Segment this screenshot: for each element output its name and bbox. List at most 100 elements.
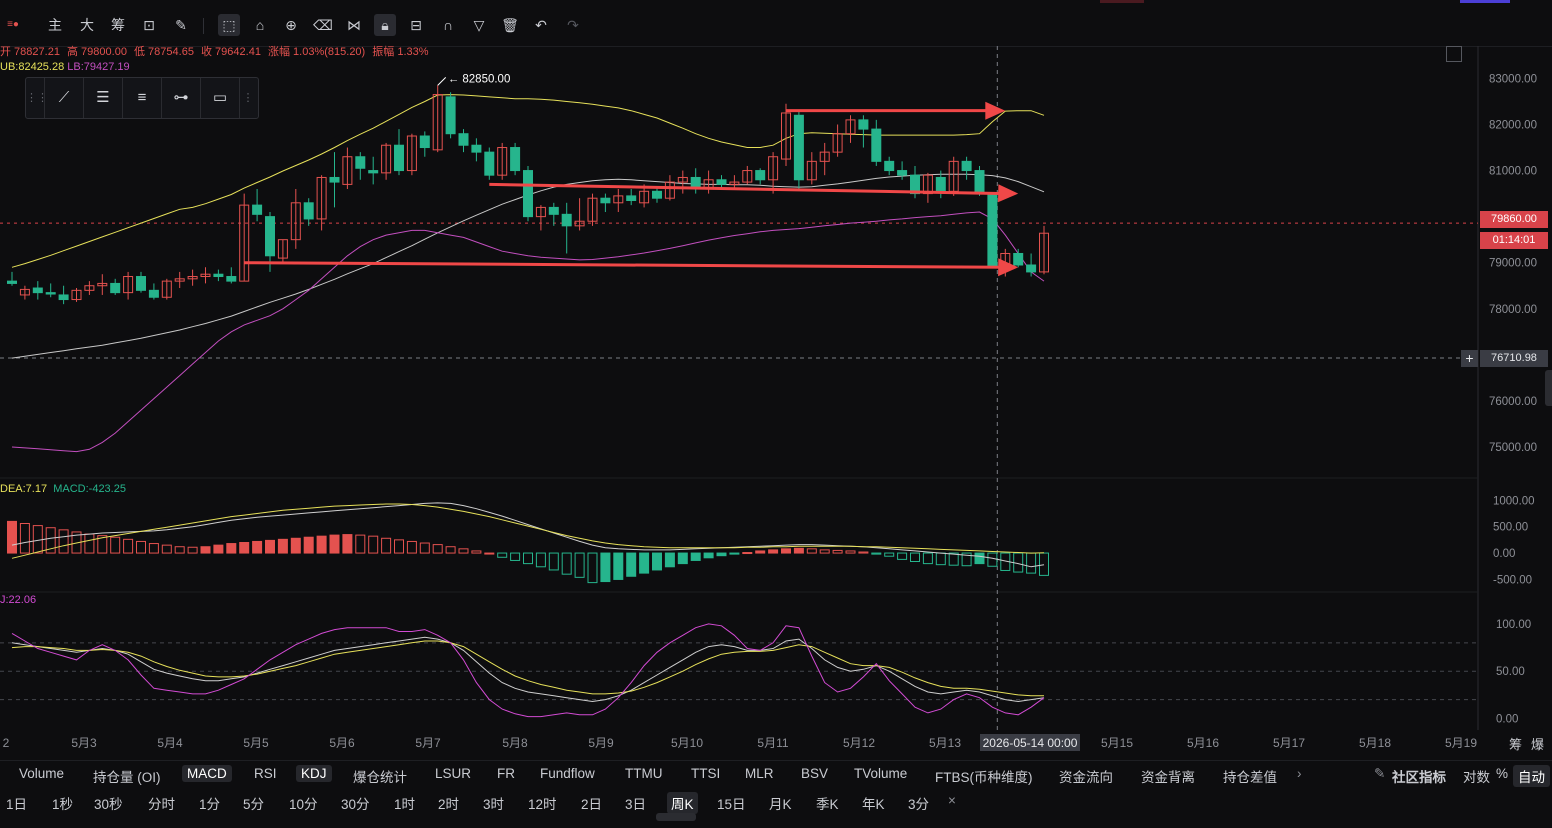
macd-histogram-bar — [716, 552, 727, 557]
candle-body — [445, 96, 456, 135]
macd-histogram-bar — [922, 552, 933, 565]
boll-lower-band — [11, 211, 1045, 453]
timeframe-tab[interactable]: 12时 — [524, 792, 561, 814]
candle-body — [884, 160, 895, 172]
indicator-tab[interactable]: 持仓量 (OI) — [88, 765, 166, 787]
liquidation-toggle: 爆 — [1531, 737, 1544, 752]
candle-body — [32, 287, 43, 294]
add-alert-icon[interactable]: + — [1461, 350, 1478, 367]
timeframe-tab[interactable]: 1分 — [195, 792, 224, 814]
indicator-tab[interactable]: TTSI — [686, 765, 725, 782]
indicator-tab[interactable]: TTMU — [620, 765, 668, 782]
timeframe-tab[interactable]: 周K — [667, 792, 698, 814]
timeframe-tab[interactable]: 15日 — [713, 792, 750, 814]
indicator-tab[interactable]: 资金流向 — [1054, 765, 1118, 787]
macd-histogram-bar — [265, 539, 275, 554]
horizontal-lines-icon[interactable]: ≡ — [123, 78, 162, 118]
timeframe-tab[interactable]: 月K — [765, 792, 796, 814]
candle-body — [148, 289, 159, 298]
timeframe-tab[interactable]: 2日 — [577, 792, 606, 814]
macd-histogram-bar — [561, 552, 572, 575]
timeframe-bar: 1日 1秒 30秒 分时 1分 5分 10分 30分 1时 2时 3时 12时 2日 3日 周K 15日 月K 季… — [0, 788, 1552, 814]
parallel-channel-icon[interactable]: ☰ — [84, 78, 123, 118]
panel-resize-handle[interactable] — [656, 813, 696, 821]
indicator-tab[interactable]: FR — [492, 765, 520, 782]
macd-histogram-bar — [897, 552, 908, 560]
macd-tick-label: 500.00 — [1493, 522, 1528, 534]
indicator-tab[interactable]: 持仓差值 — [1218, 765, 1282, 787]
kdj-d-line — [11, 640, 1044, 697]
macd-histogram-bar — [548, 552, 559, 571]
auto-scale-toggle[interactable]: 自动 — [1513, 765, 1550, 787]
kdj-tick-label: 50.00 — [1496, 666, 1525, 678]
macd-dea-line — [11, 503, 1045, 559]
indicator-tab[interactable]: MACD — [182, 765, 232, 782]
candle-body — [58, 294, 69, 301]
trendline-icon[interactable]: ⟋ — [45, 78, 84, 118]
indicator-tab[interactable]: Fundflow — [535, 765, 600, 782]
candle-body — [858, 119, 869, 130]
macd-histogram-bar — [935, 552, 946, 566]
rectangle-icon[interactable]: ▭ — [201, 78, 240, 118]
close-timeframe-icon[interactable]: × — [944, 792, 960, 809]
percent-scale-toggle[interactable]: % — [1491, 765, 1513, 782]
indicator-tab[interactable]: FTBS(币种维度) — [930, 765, 1038, 787]
timeframe-tab[interactable]: 2时 — [434, 792, 463, 814]
macd-histogram-bar — [123, 538, 134, 554]
indicator-tab[interactable]: BSV — [796, 765, 833, 782]
indicator-tab[interactable]: MLR — [740, 765, 779, 782]
collapse-handle-icon[interactable]: ⋮ — [240, 78, 256, 118]
time-tick-label: 5月3 — [71, 736, 97, 750]
timeframe-tab[interactable]: 30分 — [337, 792, 374, 814]
candle-body — [45, 292, 56, 295]
macd-histogram-bar — [587, 552, 598, 584]
macd-histogram-bar — [768, 549, 779, 554]
timeframe-tab[interactable]: 1秒 — [48, 792, 77, 814]
timeframe-tab[interactable]: 1日 — [2, 792, 31, 814]
timeframe-tab[interactable]: 3分 — [904, 792, 933, 814]
macd-histogram-bar — [781, 548, 791, 554]
trend-arrow-head — [985, 101, 1006, 120]
macd-histogram-bar — [664, 552, 675, 568]
timeframe-tab[interactable]: 1时 — [390, 792, 419, 814]
candle-body — [368, 170, 379, 174]
indicator-tab[interactable]: Volume — [14, 765, 69, 782]
price-tick-label: 78000.00 — [1489, 304, 1537, 316]
timeframe-tab[interactable]: 5分 — [239, 792, 268, 814]
indicator-tab[interactable]: RSI — [249, 765, 282, 782]
macd-histogram-bar — [690, 552, 701, 561]
timeframe-tab[interactable]: 30秒 — [90, 792, 127, 814]
time-tick-label: 5月12 — [843, 736, 875, 750]
candle-body — [974, 170, 985, 195]
time-tick-label: 5月4 — [157, 736, 183, 750]
indicator-tab[interactable]: 资金背离 — [1136, 765, 1200, 787]
timeframe-tab[interactable]: 年K — [858, 792, 889, 814]
candle-body — [897, 170, 908, 176]
horizontal-ray-icon[interactable]: ⊶ — [162, 78, 201, 118]
candle-body — [213, 273, 224, 278]
timeframe-tab[interactable]: 季K — [812, 792, 843, 814]
macd-histogram-bar — [523, 552, 533, 565]
indicator-tab[interactable]: KDJ — [296, 765, 332, 782]
macd-histogram-bar — [987, 552, 998, 567]
more-indicators-icon[interactable]: › — [1292, 765, 1307, 782]
macd-histogram-bar — [677, 552, 688, 565]
indicator-tab[interactable]: LSUR — [430, 765, 476, 782]
timeframe-tab[interactable]: 分时 — [144, 792, 179, 814]
indicator-tab[interactable]: TVolume — [849, 765, 912, 782]
timeframe-tab[interactable]: 10分 — [285, 792, 322, 814]
macd-histogram-bar — [445, 546, 456, 554]
community-indicators-button[interactable]: 社区指标 — [1387, 765, 1451, 787]
indicator-tab[interactable]: 爆仓统计 — [348, 765, 412, 787]
log-scale-toggle[interactable]: 对数 — [1458, 765, 1495, 787]
macd-tick-label: 1000.00 — [1493, 495, 1535, 507]
candle-body — [110, 282, 121, 294]
drag-handle-icon[interactable]: ⋮⋮ — [26, 78, 48, 118]
time-tick-label: 5月11 — [757, 736, 788, 750]
timeframe-tab[interactable]: 3日 — [621, 792, 650, 814]
side-panel-handle[interactable] — [1545, 370, 1552, 406]
timeframe-tab[interactable]: 3时 — [479, 792, 508, 814]
candle-body — [419, 135, 430, 149]
macd-histogram-bar — [161, 544, 172, 554]
time-tick-label: 5月18 — [1359, 736, 1391, 750]
